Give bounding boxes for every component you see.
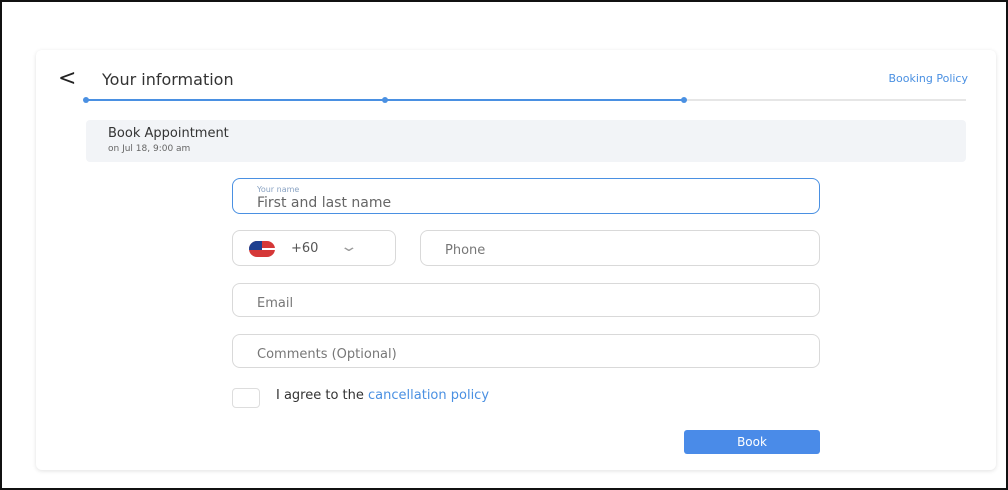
name-field[interactable]: Your name First and last name <box>232 178 820 214</box>
book-button[interactable]: Book <box>684 430 820 454</box>
malaysia-flag-icon <box>249 241 275 257</box>
progress-step-dot <box>83 97 89 103</box>
appointment-title: Book Appointment <box>108 126 229 141</box>
phone-placeholder: Phone <box>445 243 486 258</box>
cancellation-policy-link[interactable]: cancellation policy <box>368 388 489 403</box>
header: < Your information Booking Policy <box>58 66 968 94</box>
email-field[interactable]: Email <box>232 283 820 317</box>
email-placeholder: Email <box>257 296 294 311</box>
appointment-datetime: on Jul 18, 9:00 am <box>108 144 191 154</box>
comments-field[interactable]: Comments (Optional) <box>232 334 820 368</box>
country-code-value: +60 <box>291 241 319 256</box>
booking-policy-link[interactable]: Booking Policy <box>888 72 968 85</box>
appointment-summary: Book Appointment on Jul 18, 9:00 am <box>86 120 966 162</box>
comments-placeholder: Comments (Optional) <box>257 347 397 362</box>
agree-text: I agree to the cancellation policy <box>276 388 489 403</box>
page-title: Your information <box>102 70 234 89</box>
progress-track <box>83 97 966 103</box>
agree-checkbox[interactable] <box>232 388 260 408</box>
chevron-down-icon: ⌄ <box>339 239 359 255</box>
name-field-placeholder: First and last name <box>257 195 392 211</box>
window-frame: < Your information Booking Policy Book A… <box>0 0 1008 490</box>
back-chevron-icon[interactable]: < <box>58 66 76 92</box>
name-field-label: Your name <box>257 185 300 194</box>
agree-prefix: I agree to the <box>276 388 364 403</box>
country-code-select[interactable]: +60 ⌄ <box>232 230 396 266</box>
phone-field[interactable]: Phone <box>420 230 820 266</box>
